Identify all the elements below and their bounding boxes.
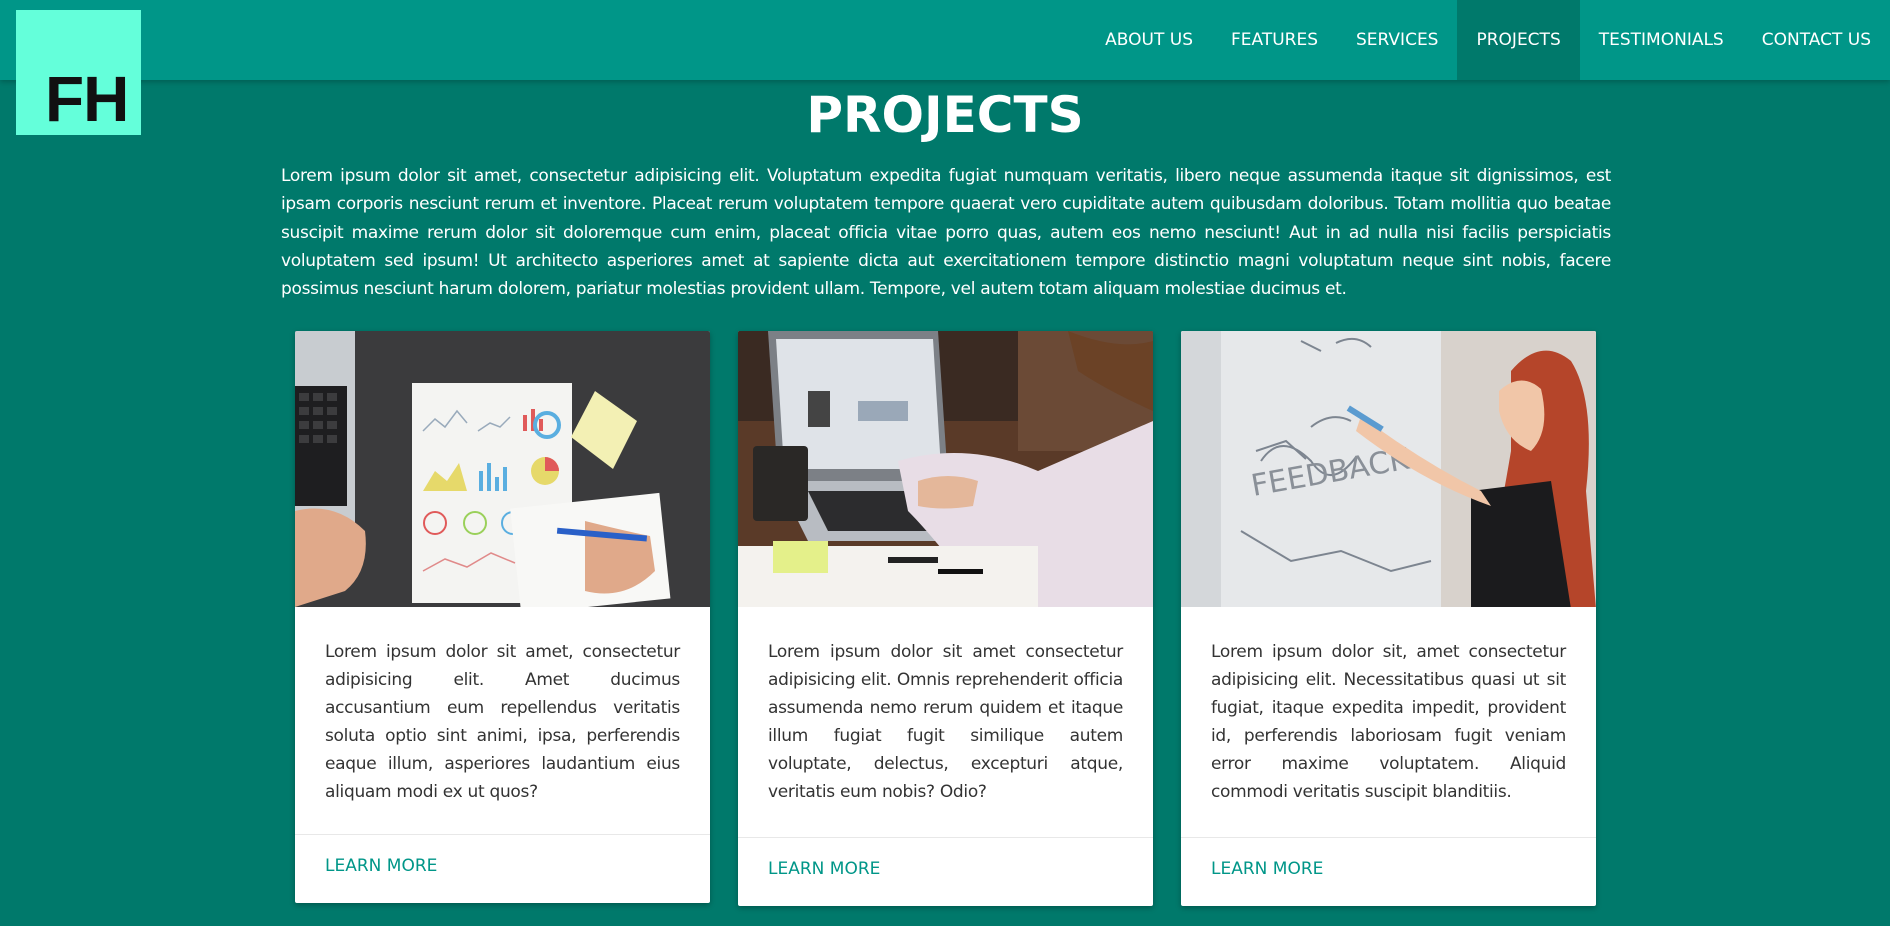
card-action: LEARN MORE	[738, 837, 1153, 906]
project-card: Lorem ipsum dolor sit amet, consectetur …	[295, 331, 710, 903]
navbar: ABOUT US FEATURES SERVICES PROJECTS TEST…	[0, 0, 1890, 80]
nav-item-testimonials[interactable]: TESTIMONIALS	[1580, 0, 1743, 80]
project-image-whiteboard: FEEDBACK	[1181, 331, 1596, 607]
section-intro: Lorem ipsum dolor sit amet, consectetur …	[281, 166, 1611, 300]
section-title: PROJECTS	[806, 86, 1084, 144]
project-card-text: Lorem ipsum dolor sit amet consectetur a…	[768, 642, 1123, 802]
logo[interactable]: FH	[16, 10, 141, 135]
project-image-laptop-typing	[738, 331, 1153, 607]
project-image-laptop-charts	[295, 331, 710, 607]
card-action: LEARN MORE	[295, 834, 710, 903]
learn-more-link[interactable]: LEARN MORE	[768, 859, 880, 879]
project-card: Lorem ipsum dolor sit amet consectetur a…	[738, 331, 1153, 906]
nav-item-projects[interactable]: PROJECTS	[1457, 0, 1580, 80]
card-action: LEARN MORE	[1181, 837, 1596, 906]
logo-text: FH	[45, 63, 129, 135]
nav-item-about-us[interactable]: ABOUT US	[1086, 0, 1212, 80]
nav-item-features[interactable]: FEATURES	[1212, 0, 1337, 80]
project-card-text: Lorem ipsum dolor sit amet, consectetur …	[325, 642, 680, 802]
project-card-text: Lorem ipsum dolor sit, amet consectetur …	[1211, 642, 1566, 802]
learn-more-link[interactable]: LEARN MORE	[1211, 859, 1323, 879]
learn-more-link[interactable]: LEARN MORE	[325, 856, 437, 876]
project-card: FEEDBACK Lorem ipsum dolor sit, amet con…	[1181, 331, 1596, 906]
nav-menu: ABOUT US FEATURES SERVICES PROJECTS TEST…	[1086, 0, 1890, 80]
nav-item-contact-us[interactable]: CONTACT US	[1743, 0, 1890, 80]
nav-item-services[interactable]: SERVICES	[1337, 0, 1457, 80]
